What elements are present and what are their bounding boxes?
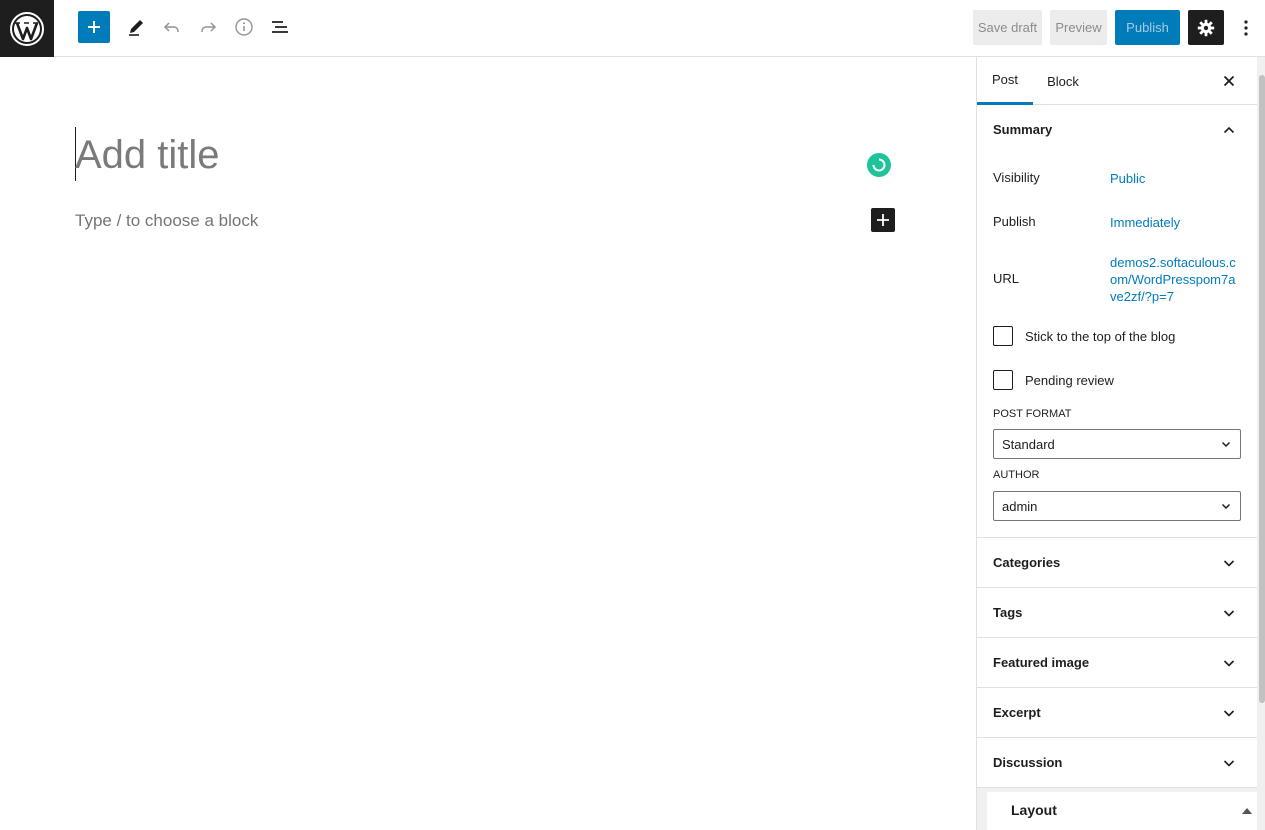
editor-header: Save draft Preview Publish [0, 0, 1265, 57]
url-label: URL [993, 271, 1020, 286]
excerpt-panel-title: Excerpt [993, 705, 1041, 720]
wordpress-logo-icon[interactable] [0, 0, 54, 57]
add-block-button[interactable] [871, 208, 895, 232]
excerpt-panel-toggle[interactable]: Excerpt [977, 688, 1257, 738]
discussion-panel-toggle[interactable]: Discussion [977, 738, 1257, 788]
publish-button[interactable]: Publish [1115, 10, 1180, 45]
options-button[interactable] [1232, 10, 1260, 45]
summary-panel-title: Summary [993, 122, 1053, 137]
tags-panel-title: Tags [993, 605, 1023, 620]
preview-button[interactable]: Preview [1050, 10, 1107, 45]
tools-button[interactable] [120, 11, 152, 43]
plus-icon [88, 21, 100, 33]
featured-image-panel-title: Featured image [993, 655, 1090, 670]
chevron-down-icon [1217, 751, 1241, 775]
plus-icon [877, 214, 889, 226]
gear-icon [1197, 19, 1215, 36]
chevron-down-icon [1217, 701, 1241, 725]
author-select[interactable]: admin [993, 491, 1241, 521]
sticky-checkbox[interactable] [993, 326, 1013, 346]
post-format-select[interactable]: Standard [993, 429, 1241, 459]
tab-post[interactable]: Post [977, 57, 1033, 105]
undo-icon [163, 22, 179, 32]
undo-button[interactable] [156, 11, 188, 43]
pending-review-label: Pending review [1025, 372, 1114, 388]
discussion-panel-title: Discussion [993, 755, 1063, 770]
loading-spinner-icon [867, 153, 891, 177]
settings-button[interactable] [1188, 10, 1224, 45]
tab-block[interactable]: Block [1035, 57, 1091, 105]
post-title-input[interactable]: Add title [75, 133, 220, 178]
block-appender-placeholder[interactable]: Type / to choose a block [75, 211, 258, 231]
pending-review-option[interactable]: Pending review [993, 370, 1114, 390]
categories-panel-title: Categories [993, 555, 1061, 570]
categories-panel-toggle[interactable]: Categories [977, 538, 1257, 588]
post-format-label: POST FORMAT [993, 408, 1072, 420]
settings-sidebar: Post Block Summary Visibility Public Pub… [976, 57, 1257, 830]
summary-panel-toggle[interactable]: Summary [977, 105, 1257, 155]
chevron-down-icon [1217, 601, 1241, 625]
redo-icon [201, 22, 217, 32]
sidebar-tabs: Post Block [977, 57, 1257, 105]
sticky-label: Stick to the top of the blog [1025, 328, 1176, 344]
caret-up-icon [1242, 808, 1252, 814]
visibility-label: Visibility [993, 170, 1040, 185]
url-link[interactable]: demos2.softaculous.com/WordPresspom7ave2… [1110, 254, 1236, 305]
save-draft-button[interactable]: Save draft [973, 10, 1042, 45]
list-view-icon [272, 21, 288, 33]
tags-panel-toggle[interactable]: Tags [977, 588, 1257, 638]
pencil-icon [129, 20, 143, 36]
pending-review-checkbox[interactable] [993, 370, 1013, 390]
chevron-down-icon [1217, 651, 1241, 675]
chevron-up-icon [1217, 118, 1241, 142]
post-format-value: Standard [1002, 436, 1055, 452]
author-value: admin [1002, 498, 1038, 514]
featured-image-panel-toggle[interactable]: Featured image [977, 638, 1257, 688]
more-vertical-icon [1244, 19, 1248, 36]
close-sidebar-button[interactable] [1217, 69, 1241, 93]
details-button[interactable] [228, 11, 260, 43]
chevron-down-icon [1218, 436, 1234, 452]
sidebar-scrollbar-thumb[interactable] [1259, 75, 1265, 703]
editor-canvas: Add title Type / to choose a block [0, 57, 976, 830]
block-inserter-button[interactable] [78, 11, 110, 43]
publish-date-link[interactable]: Immediately [1110, 215, 1180, 230]
layout-meta-box-toggle[interactable]: Layout [977, 787, 1257, 830]
layout-meta-box-title: Layout [1011, 802, 1057, 818]
layout-meta-box: Layout [987, 792, 1257, 830]
author-label: AUTHOR [993, 469, 1040, 481]
list-view-button[interactable] [264, 11, 296, 43]
visibility-link[interactable]: Public [1110, 171, 1145, 186]
publish-label: Publish [993, 214, 1036, 229]
chevron-down-icon [1218, 498, 1234, 514]
sticky-option[interactable]: Stick to the top of the blog [993, 326, 1175, 346]
info-icon [235, 18, 253, 36]
chevron-down-icon [1217, 551, 1241, 575]
close-icon [1223, 75, 1235, 87]
redo-button[interactable] [192, 11, 224, 43]
